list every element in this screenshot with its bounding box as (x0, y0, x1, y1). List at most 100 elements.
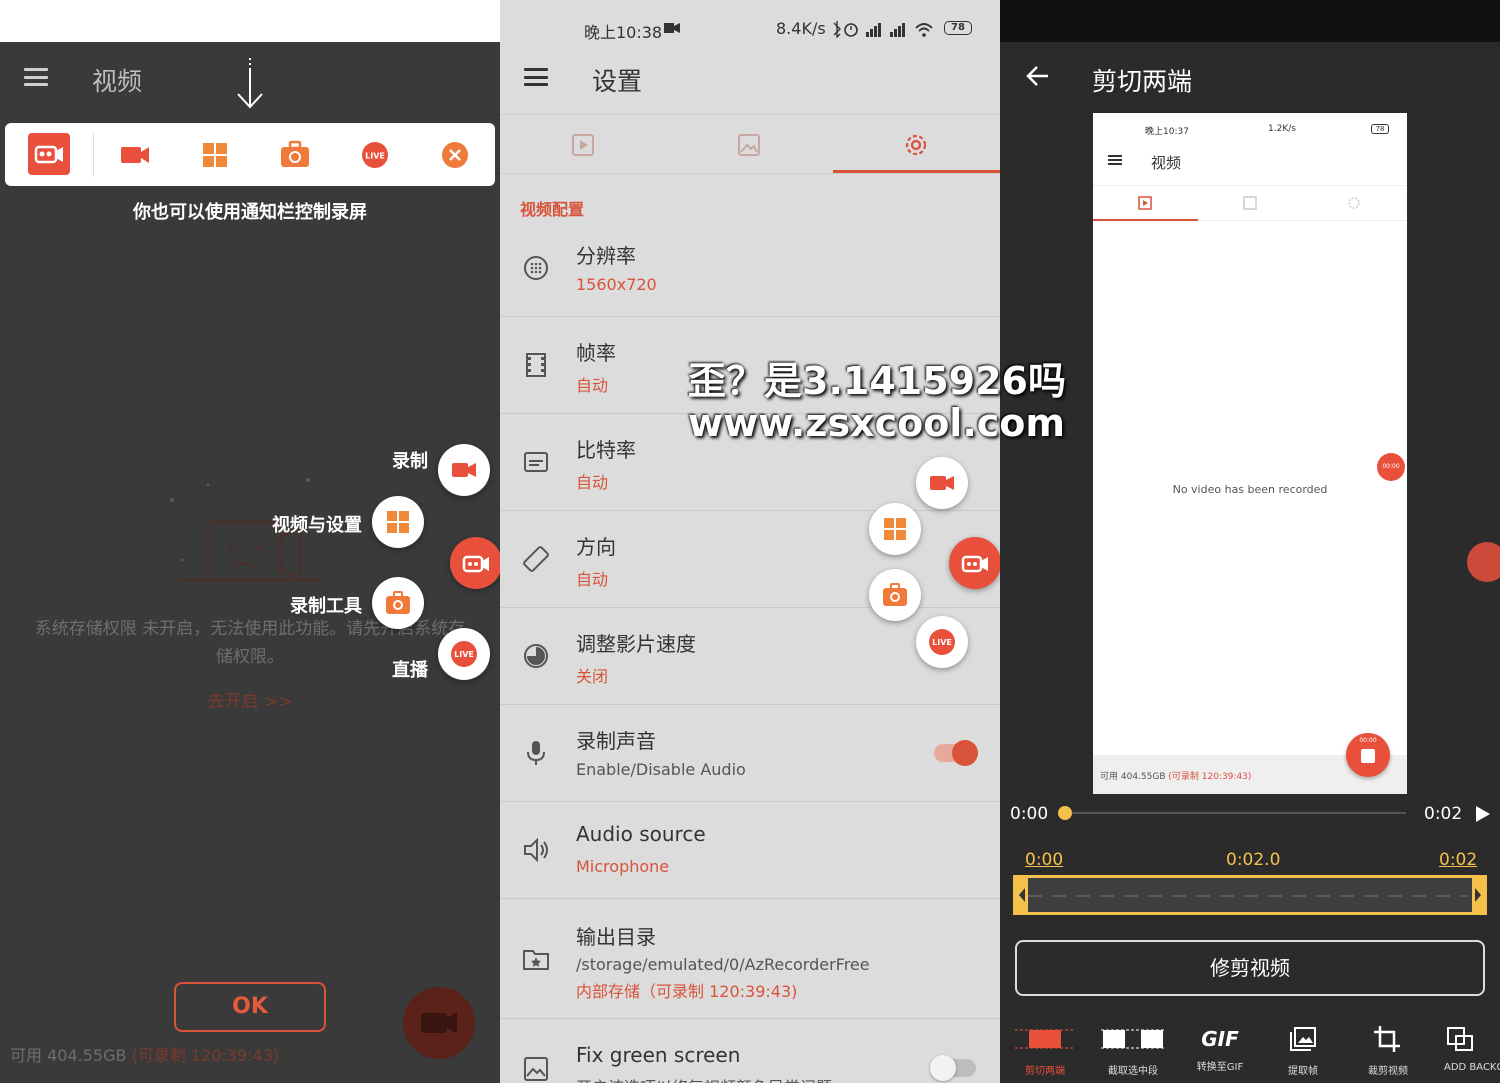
bubble-main-fab[interactable] (450, 537, 500, 589)
toolbox-icon[interactable] (275, 135, 315, 175)
setting-title: 调整影片速度 (576, 632, 696, 656)
network-speed: 8.4K/s (776, 19, 826, 38)
tool-label: 裁剪视频 (1368, 1066, 1408, 1077)
film-icon (526, 353, 546, 377)
right-handle[interactable] (1472, 878, 1484, 912)
menu-icon[interactable] (24, 68, 48, 86)
tool-label: ADD BACKG (1444, 1062, 1500, 1073)
tool-to-gif[interactable]: GIF 转换至GIF (1175, 1026, 1265, 1073)
total-time: 0:02 (1424, 804, 1463, 824)
image-tab-icon (738, 134, 760, 156)
video-tab-icon (572, 134, 594, 156)
page-title: 设置 (592, 67, 643, 96)
grid-icon[interactable] (195, 135, 235, 175)
tool-keep-middle[interactable]: 截取选中段 (1088, 1026, 1178, 1077)
preview-network-speed: 1.2K/s (1268, 124, 1296, 134)
setting-title: 方向 (576, 535, 616, 559)
setting-value: 自动 (576, 570, 609, 589)
status-time: 晚上10:38 (584, 23, 663, 42)
setting-title: 帧率 (576, 341, 616, 365)
left-handle[interactable] (1016, 878, 1028, 912)
recorder-videos-screen: 视频 LIVE 你也可以使用通知栏控制录屏 系统存储权限 未开启，无法使用此功能… (0, 0, 500, 1083)
record-fab[interactable] (438, 444, 490, 496)
close-icon[interactable] (435, 135, 475, 175)
preview-empty-text: No video has been recorded (1172, 483, 1328, 496)
rotate-icon (523, 546, 549, 572)
ok-button[interactable]: OK (174, 982, 326, 1032)
bubble-main-fab[interactable] (949, 537, 1000, 589)
menu-icon[interactable] (524, 68, 548, 86)
microphone-icon (527, 741, 545, 765)
settings-screen: 晚上10:38 8.4K/s 78 设置 视频配置 分辨率 1560x720 帧… (500, 0, 1000, 1083)
videos-settings-fab[interactable] (372, 496, 424, 548)
status-bar: 晚上10:38 8.4K/s 78 (500, 0, 1000, 56)
tool-crop-video[interactable]: 裁剪视频 (1343, 1026, 1433, 1077)
audio-toggle[interactable] (934, 740, 978, 766)
setting-record-audio[interactable]: 录制声音 Enable/Disable Audio (500, 705, 1000, 802)
tools-fab[interactable] (372, 577, 424, 629)
live-fab[interactable]: LIVE (438, 628, 490, 680)
page-title: 剪切两端 (1092, 67, 1193, 96)
open-permission-link[interactable]: 去开启 >> (0, 687, 500, 712)
setting-value: 开启该选项以修复视频颜色异常问题 (576, 1074, 832, 1083)
tab-bar (500, 114, 1000, 174)
watermark-line2: www.zsxcool.com (688, 401, 1065, 445)
tab-images[interactable] (666, 115, 832, 175)
gear-icon (1348, 197, 1360, 209)
storage-remaining: (可录制 120:39:43) (131, 1046, 280, 1065)
live-icon[interactable]: LIVE (355, 135, 395, 175)
status-bar (1000, 0, 1500, 42)
camera-icon[interactable] (115, 135, 155, 175)
tools-fab[interactable] (869, 569, 921, 621)
timer-icon (524, 644, 548, 668)
tab-videos[interactable] (500, 115, 666, 175)
range-end: 0:02 (1439, 850, 1478, 870)
preview-status-time: 晚上10:37 (1145, 127, 1189, 137)
status-icons (833, 21, 933, 38)
setting-value: 自动 (576, 376, 609, 395)
setting-title: 比特率 (576, 438, 636, 462)
speaker-icon (524, 837, 548, 863)
seek-knob[interactable] (1058, 806, 1072, 820)
tool-label: 提取帧 (1288, 1066, 1318, 1077)
folder-icon (523, 950, 549, 970)
permission-message: 系统存储权限 未开启，无法使用此功能。请先开启系统存 (34, 619, 466, 639)
record-button[interactable] (403, 987, 475, 1059)
tool-extract-frame[interactable]: 提取帧 (1258, 1026, 1348, 1077)
preview-menu-icon (1108, 155, 1122, 165)
video-preview: 晚上10:37 1.2K/s 78 视频 No video has been r… (1093, 113, 1407, 794)
current-time: 0:00 (1010, 804, 1049, 824)
range-duration: 0:02.0 (1226, 850, 1281, 870)
back-arrow-icon[interactable] (1024, 62, 1052, 90)
page-title: 视频 (92, 67, 143, 96)
tool-trim-ends[interactable]: 剪切两端 (1000, 1026, 1090, 1077)
live-fab[interactable]: LIVE (916, 616, 968, 668)
recorder-app-icon[interactable] (28, 133, 70, 175)
edge-bubble[interactable] (1467, 542, 1500, 582)
status-bar (0, 0, 500, 42)
green-screen-toggle[interactable] (930, 1055, 976, 1081)
setting-title: 输出目录 (576, 925, 656, 949)
play-icon[interactable] (1474, 804, 1492, 824)
image-icon (524, 1057, 548, 1081)
setting-storage: 内部存储（可录制 120:39:43) (576, 982, 798, 1001)
record-fab[interactable] (916, 457, 968, 509)
setting-resolution[interactable]: 分辨率 1560x720 (500, 220, 1000, 317)
trim-video-button[interactable]: 修剪视频 (1015, 940, 1485, 996)
seek-track[interactable] (1064, 812, 1406, 814)
watermark: 歪？是3.1415926吗 www.zsxcool.com (688, 360, 1066, 444)
setting-value: Microphone (576, 857, 670, 876)
trim-video-screen: 剪切两端 晚上10:37 1.2K/s 78 视频 No video has b… (1000, 0, 1500, 1083)
live-badge-text: LIVE (932, 638, 952, 647)
setting-audio-source[interactable]: Audio source Microphone (500, 802, 1000, 899)
preview-tab-indicator (1093, 219, 1198, 221)
setting-fix-green-screen[interactable]: Fix green screen 开启该选项以修复视频颜色异常问题 (500, 1019, 1000, 1083)
videos-settings-fab[interactable] (869, 503, 921, 555)
extract-frame-icon (1290, 1027, 1316, 1051)
gear-icon (905, 134, 927, 156)
setting-output-dir[interactable]: 输出目录 /storage/emulated/0/AzRecorderFree … (500, 899, 1000, 1019)
trim-strip[interactable] (1013, 875, 1487, 915)
tab-settings[interactable] (833, 115, 999, 175)
setting-orientation[interactable]: 方向 自动 (500, 511, 1000, 608)
tool-add-background[interactable]: ADD BACKG (1428, 1026, 1500, 1073)
